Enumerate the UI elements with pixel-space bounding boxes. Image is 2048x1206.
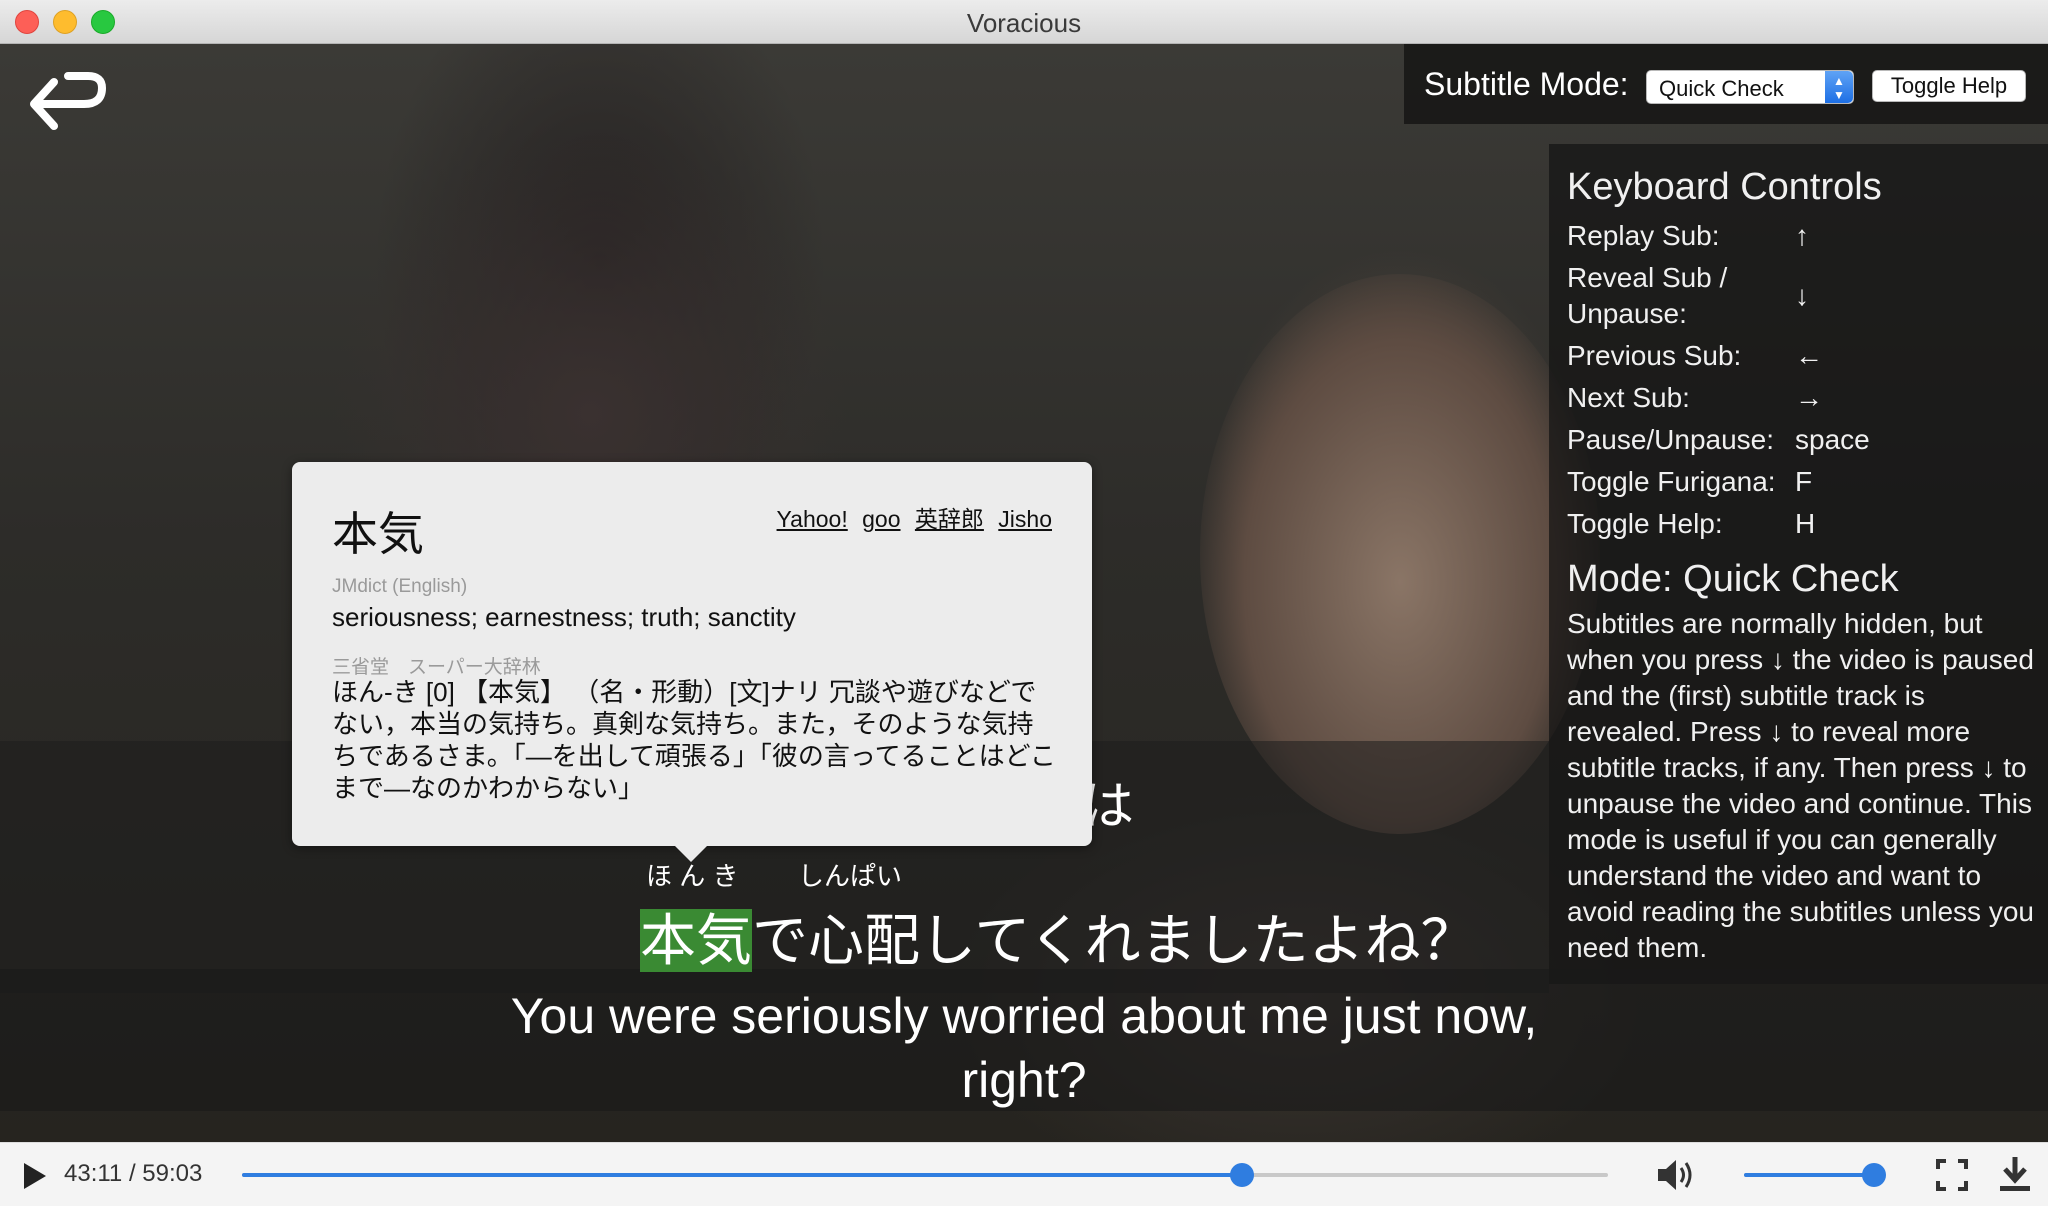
highlighted-word[interactable]: 本気 [640,909,752,972]
seek-progress [242,1173,1242,1177]
popup-headword: 本気 [332,508,424,560]
key-value: space [1795,424,1870,455]
key-value: ↑ [1795,220,1809,251]
seek-bar[interactable] [242,1163,1608,1187]
back-arrow-icon[interactable] [24,68,110,142]
volume-icon[interactable] [1656,1157,1696,1193]
dictionary-links: Yahoo! goo 英辞郎 Jisho [769,500,1052,534]
mode-title: Mode: Quick Check [1567,558,1899,600]
subtitle-mode-value: Quick Check [1659,76,1784,101]
key-value: ↓ [1795,280,1809,311]
download-icon[interactable] [1998,1155,2032,1193]
mode-description: Subtitles are normally hidden, but when … [1567,608,2034,963]
window-title: Voracious [966,8,1082,38]
key-label: Unpause: [1567,298,1687,329]
key-value: F [1795,466,1813,497]
key-label: Toggle Help: [1567,508,1723,539]
seek-thumb[interactable] [1229,1163,1254,1187]
english-subtitle: You were seriously worried about me just… [0,984,2048,1112]
dictionary-source: 三省堂 スーパー大辞林 [332,657,541,678]
japanese-subtitle-text: 本気で心配してくれましたよね？ [640,896,1477,977]
toggle-help-button[interactable]: Toggle Help [1872,70,2026,102]
english-subtitle-line: You were seriously worried about me just… [510,988,1538,1044]
eijiro-link[interactable]: 英辞郎 [915,506,984,532]
volume-thumb[interactable] [1862,1163,1887,1187]
yahoo-link[interactable]: Yahoo! [777,506,848,532]
jisho-link[interactable]: Jisho [998,506,1052,532]
updown-chevron-icon: ▲ ▼ [1825,71,1853,103]
subtitle-text-rest[interactable]: で心配してくれましたよね？ [752,909,1477,972]
key-label: Pause/Unpause: [1567,424,1775,455]
key-label: Replay Sub: [1567,220,1720,251]
play-icon[interactable] [22,1161,48,1191]
dictionary-source: JMdict (English) [332,576,468,597]
key-label: Toggle Furigana: [1567,466,1776,497]
window-titlebar: Voracious [0,0,2048,44]
volume-level [1744,1173,1875,1177]
player-controls: 43:11 / 59:03 [0,1142,2048,1206]
key-label: Reveal Sub / [1567,262,1728,293]
subtitle-mode-select[interactable]: Quick Check ▲ ▼ [1646,70,1854,104]
time-display: 43:11 / 59:03 [64,1160,203,1187]
fullscreen-icon[interactable] [1936,1159,1968,1191]
key-label: Previous Sub: [1567,340,1742,371]
subtitle-mode-label: Subtitle Mode: [1424,66,1629,102]
key-value: H [1795,508,1816,539]
english-subtitle-line: right? [961,1052,1087,1108]
key-label: Next Sub: [1567,382,1690,413]
furigana: しんぱい [798,861,903,891]
help-title: Keyboard Controls [1567,166,1882,208]
popup-pointer [675,846,707,862]
dictionary-popup: 本気 Yahoo! goo 英辞郎 Jisho JMdict (English)… [292,462,1092,862]
video-stage[interactable]: Subtitle Mode: Quick Check ▲ ▼ Toggle Hel… [0,44,2048,1142]
key-value: → [1795,382,1823,413]
volume-slider[interactable] [1744,1163,1887,1187]
goo-link[interactable]: goo [862,506,900,532]
subtitle-mode-bar: Subtitle Mode: Quick Check ▲ ▼ Toggle Hel… [1404,44,2048,124]
dictionary-definition: seriousness; earnestness; truth; sanctit… [332,602,796,632]
help-panel: Keyboard Controls Replay Sub: ↑ Reveal S… [1549,144,2048,984]
dictionary-definition: ほん-き [0] 【本気】 （名・形動）[文]ナリ 冗談や遊びなどでない，本当の… [332,677,1056,803]
key-value: ← [1795,340,1823,371]
